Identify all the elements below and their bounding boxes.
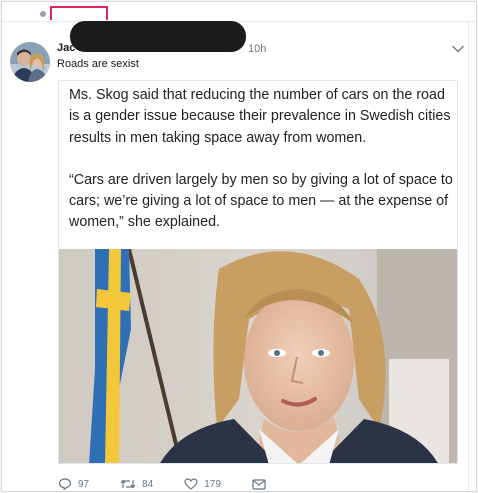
- redaction-bar: [70, 21, 246, 52]
- tweet-timestamp[interactable]: 10h: [248, 43, 266, 55]
- like-count: 179: [204, 478, 221, 490]
- retweet-button[interactable]: 84: [120, 478, 153, 490]
- avatar[interactable]: [10, 42, 50, 82]
- quote-paragraph: “Cars are driven largely by men so by gi…: [69, 171, 453, 231]
- attached-image[interactable]: Ms. Skog said that reducing the number o…: [58, 80, 458, 464]
- reply-icon: [58, 478, 72, 490]
- tweet-text: Roads are sexist: [57, 58, 139, 70]
- reply-count: 97: [78, 478, 90, 490]
- reply-button[interactable]: 97: [58, 478, 89, 490]
- portrait-photo: [59, 249, 457, 463]
- chevron-down-icon[interactable]: [452, 45, 464, 53]
- message-icon: [252, 479, 266, 490]
- like-button[interactable]: 179: [184, 478, 221, 490]
- tweet-card: Jac 10h Roads are sexist Ms. Skog said t…: [1, 1, 477, 492]
- red-highlight-mark: [50, 6, 108, 20]
- previous-tweet-edge: [2, 2, 476, 22]
- retweet-count: 84: [142, 478, 154, 490]
- thread-dot: [40, 11, 46, 17]
- retweet-icon: [120, 479, 136, 489]
- quote-text-block: Ms. Skog said that reducing the number o…: [69, 85, 454, 234]
- scrollbar-track[interactable]: [468, 22, 476, 492]
- quote-paragraph: Ms. Skog said that reducing the number o…: [69, 87, 451, 146]
- like-icon: [184, 478, 198, 490]
- tweet-actions: 97 84 179: [58, 476, 272, 492]
- direct-message-button[interactable]: [252, 478, 272, 490]
